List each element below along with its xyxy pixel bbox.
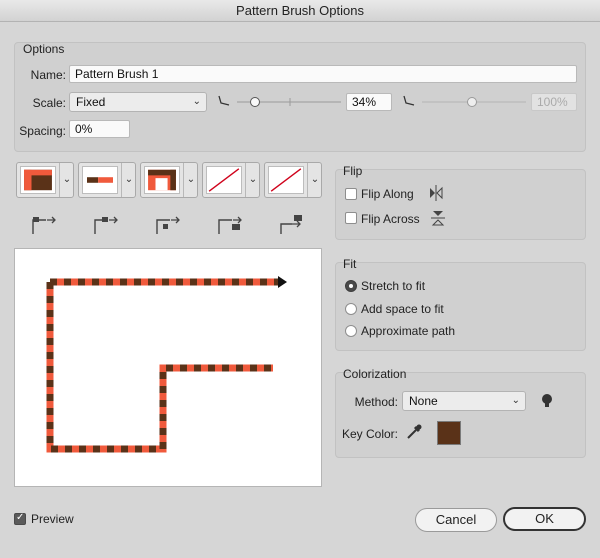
flip-heading: Flip xyxy=(343,164,363,178)
flip-across-label: Flip Across xyxy=(361,212,420,226)
chevron-down-icon[interactable]: ⌄ xyxy=(307,163,322,197)
end-type-icon xyxy=(280,215,302,234)
side-tile-icon xyxy=(20,166,56,194)
scale-label: Scale: xyxy=(32,96,66,110)
spacing-label: Spacing: xyxy=(19,124,66,138)
chevron-down-icon[interactable]: ⌄ xyxy=(121,163,136,197)
cancel-button[interactable]: Cancel xyxy=(415,508,497,532)
colorization-group xyxy=(335,372,586,458)
side-type-icon xyxy=(94,216,118,234)
side-tile-swatch[interactable]: ⌄ xyxy=(16,162,74,198)
scale-slider-2 xyxy=(403,95,526,107)
arrow-head-icon xyxy=(278,276,287,288)
approximate-path-radio[interactable] xyxy=(345,325,357,337)
brush-preview xyxy=(14,248,322,487)
flip-across-icon xyxy=(431,211,445,226)
colorization-heading: Colorization xyxy=(343,367,407,381)
stretch-to-fit-radio[interactable] xyxy=(345,280,357,292)
slider-thumb-2 xyxy=(467,97,477,107)
none-slash-icon xyxy=(206,166,242,194)
outer-corner-tile-swatch[interactable]: ⌄ xyxy=(78,162,136,198)
fit-heading: Fit xyxy=(343,257,357,271)
outer-corner-tile-icon xyxy=(82,166,118,194)
ok-button[interactable]: OK xyxy=(503,507,586,531)
flip-group xyxy=(335,169,586,240)
pen-pressure-icon-2 xyxy=(403,95,415,106)
approximate-path-label: Approximate path xyxy=(361,324,456,338)
start-type-icon xyxy=(218,216,242,234)
chevron-down-icon: ⌄ xyxy=(511,395,520,406)
stretch-to-fit-label: Stretch to fit xyxy=(361,279,426,293)
spacing-field[interactable]: 0% xyxy=(69,120,130,138)
add-space-to-fit-label: Add space to fit xyxy=(361,302,444,316)
method-label: Method: xyxy=(354,395,398,409)
name-field[interactable]: Pattern Brush 1 xyxy=(69,65,577,83)
key-color-swatch[interactable] xyxy=(437,421,461,445)
options-heading: Options xyxy=(23,42,65,56)
lightbulb-tip-icon[interactable] xyxy=(540,392,554,410)
preview-label: Preview xyxy=(31,512,74,526)
end-tile-swatch[interactable]: ⌄ xyxy=(264,162,322,198)
chevron-down-icon[interactable]: ⌄ xyxy=(183,163,198,197)
none-slash-icon xyxy=(268,166,304,194)
flip-across-checkbox[interactable] xyxy=(345,212,357,224)
scale-percent-field-2: 100% xyxy=(531,93,577,111)
inner-corner-type-icon xyxy=(156,216,180,234)
inner-corner-tile-icon xyxy=(144,166,180,194)
pen-pressure-icon xyxy=(218,95,230,106)
flip-along-icon xyxy=(430,185,443,201)
scale-select-value: Fixed xyxy=(76,95,106,109)
scale-percent-field[interactable]: 34% xyxy=(346,93,392,111)
scale-slider[interactable] xyxy=(215,93,343,111)
start-tile-swatch[interactable]: ⌄ xyxy=(202,162,260,198)
scale-select[interactable]: Fixed ⌄ xyxy=(69,92,207,112)
method-select[interactable]: None ⌄ xyxy=(402,391,526,411)
outer-corner-type-icon xyxy=(32,216,56,234)
preview-checkbox[interactable] xyxy=(14,512,26,525)
window-title: Pattern Brush Options xyxy=(0,0,600,22)
add-space-to-fit-radio[interactable] xyxy=(345,303,357,315)
chevron-down-icon[interactable]: ⌄ xyxy=(59,163,74,197)
pattern-preview-path xyxy=(46,276,287,453)
slider-thumb[interactable] xyxy=(250,97,260,107)
chevron-down-icon: ⌄ xyxy=(192,96,201,107)
flip-along-label: Flip Along xyxy=(361,187,414,201)
flip-along-checkbox[interactable] xyxy=(345,188,357,200)
method-select-value: None xyxy=(409,394,438,408)
key-color-label: Key Color: xyxy=(341,427,398,441)
eyedropper-icon[interactable] xyxy=(405,423,423,441)
inner-corner-tile-swatch[interactable]: ⌄ xyxy=(140,162,198,198)
name-label: Name: xyxy=(30,68,66,82)
chevron-down-icon[interactable]: ⌄ xyxy=(245,163,260,197)
